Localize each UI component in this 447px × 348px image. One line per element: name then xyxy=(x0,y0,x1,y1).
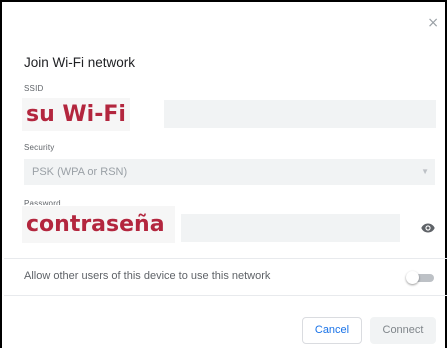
share-network-label: Allow other users of this device to use … xyxy=(24,270,271,282)
wifi-dialog: × Join Wi-Fi network SSID su Wi-Fi Secur… xyxy=(0,0,447,348)
security-selected-value: PSK (WPA or RSN) xyxy=(32,166,128,178)
password-label: Password xyxy=(24,199,61,205)
connect-button[interactable]: Connect xyxy=(370,317,436,344)
chevron-down-icon: ▼ xyxy=(421,167,429,176)
password-annotation: contraseña xyxy=(22,206,175,243)
eye-icon[interactable] xyxy=(421,223,435,233)
ssid-label: SSID xyxy=(24,84,44,93)
divider xyxy=(4,258,447,259)
share-network-toggle[interactable] xyxy=(406,271,434,285)
cancel-button[interactable]: Cancel xyxy=(302,317,362,344)
security-label: Security xyxy=(24,143,55,152)
divider xyxy=(4,295,447,296)
security-select[interactable]: PSK (WPA or RSN) ▼ xyxy=(24,159,435,185)
dialog-title: Join Wi-Fi network xyxy=(24,55,136,70)
ssid-annotation: su Wi-Fi xyxy=(22,98,130,131)
ssid-input[interactable] xyxy=(164,100,436,128)
password-input[interactable] xyxy=(181,214,400,242)
toggle-knob xyxy=(406,271,419,284)
close-icon[interactable]: × xyxy=(427,16,439,30)
